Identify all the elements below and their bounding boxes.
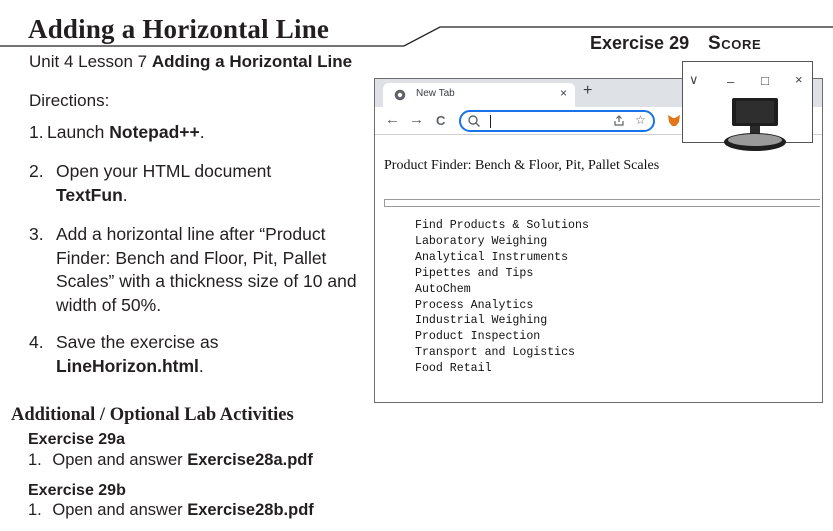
additional-activities-heading: Additional / Optional Lab Activities [11, 405, 294, 425]
exercise-29a-step: 1. Open and answer Exercise28a.pdf [28, 451, 313, 470]
list-item: Laboratory Weighing [415, 234, 548, 248]
tab-new-tab[interactable]: New Tab × [383, 83, 575, 107]
list-item: Analytical Instruments [415, 250, 569, 264]
step-text-plain: Save the exercise as [56, 332, 219, 352]
share-icon[interactable] [613, 115, 625, 127]
maximize-icon[interactable]: □ [761, 73, 769, 88]
step-text-bold: Notepad++ [109, 122, 200, 142]
step-text: Launch Notepad++. [29, 121, 349, 145]
list-item: AutoChem [415, 282, 471, 296]
search-icon [468, 115, 480, 127]
page-heading: Product Finder: Bench & Floor, Pit, Pall… [384, 158, 660, 173]
unit-lesson-prefix: Unit 4 Lesson 7 [29, 52, 148, 71]
list-item: Process Analytics [415, 298, 534, 312]
step-text-plain: Launch [47, 122, 110, 142]
globe-icon [394, 89, 406, 101]
step-number: 3. [29, 224, 44, 244]
step-text-plain: Open your HTML document [56, 161, 272, 181]
list-item: Transport and Logistics [415, 346, 576, 360]
minimize-icon[interactable]: – [727, 74, 734, 89]
forward-icon[interactable]: → [409, 111, 424, 128]
step-text: Open and answer [52, 451, 188, 469]
step-text: Add a horizontal line after “Product Fin… [56, 224, 357, 315]
new-tab-button[interactable]: + [583, 82, 592, 100]
reload-icon[interactable]: C [436, 113, 445, 128]
step-text: Save the exercise as LineHorizon.html. [56, 331, 376, 378]
tab-title: New Tab [416, 88, 455, 99]
step-text-plain: . [122, 184, 128, 205]
step-number: 1. [28, 501, 42, 519]
close-window-icon[interactable]: × [795, 72, 803, 87]
monitor-icon [724, 98, 786, 151]
page-title: Adding a Horizontal Line [28, 14, 330, 44]
text-caret [490, 115, 491, 128]
list-item: Find Products & Solutions [415, 219, 589, 232]
back-icon[interactable]: ← [385, 111, 400, 128]
step-text-bold: TextFun [56, 184, 123, 205]
unit-lesson: Unit 4 Lesson 7 Adding a Horizontal Line [29, 52, 352, 72]
step-text-bold: LineHorizon.html [56, 355, 199, 376]
directions-label: Directions: [29, 91, 110, 110]
step-number: 2. [29, 161, 44, 181]
step-text-plain: . [198, 355, 204, 376]
step-text: Open your HTML document TextFun. [56, 160, 376, 207]
exercise-29b-step: 1. Open and answer Exercise28b.pdf [28, 501, 314, 520]
metamask-fox-icon[interactable] [667, 114, 681, 127]
list-item: Industrial Weighing [415, 314, 548, 328]
file-name: Exercise28b.pdf [187, 501, 314, 519]
step-text-plain: . [199, 122, 205, 142]
list-item: Pipettes and Tips [415, 266, 534, 280]
exercise-29a-title: Exercise 29a [28, 431, 125, 448]
unit-lesson-title: Adding a Horizontal Line [151, 52, 353, 71]
list-item: Product Inspection [415, 330, 541, 344]
list-item: Food Retail [415, 362, 492, 376]
step-number: 4. [29, 332, 44, 352]
horizontal-rule [384, 199, 820, 207]
close-tab-icon[interactable]: × [560, 86, 567, 100]
bookmark-star-icon[interactable]: ☆ [635, 113, 646, 127]
chevron-down-icon[interactable]: ∨ [689, 72, 699, 88]
step-number: 1. [28, 451, 42, 469]
product-list: Find Products & Solutions Laboratory Wei… [415, 218, 589, 377]
address-bar[interactable]: ☆ [459, 110, 655, 132]
exercise-number: Exercise 29 [590, 33, 690, 53]
score-label: Score [708, 33, 762, 54]
exercise-29b-title: Exercise 29b [28, 482, 126, 499]
step-text: Open and answer [52, 501, 188, 519]
file-name: Exercise28a.pdf [187, 451, 313, 469]
